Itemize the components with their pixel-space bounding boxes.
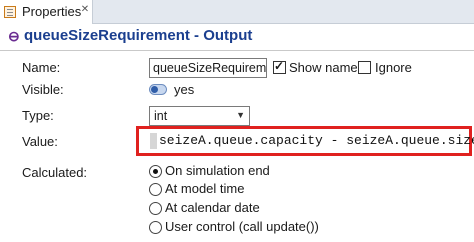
calculated-label: Calculated: bbox=[22, 165, 88, 180]
properties-icon bbox=[4, 6, 16, 18]
show-name-label: Show name bbox=[289, 60, 358, 75]
value-label: Value: bbox=[22, 134, 58, 149]
tab-label: Properties bbox=[22, 4, 82, 19]
header-divider bbox=[0, 50, 474, 51]
show-name-checkbox[interactable] bbox=[273, 59, 286, 74]
page-title: queueSizeRequirement - Output bbox=[24, 27, 253, 44]
radio-user-control[interactable] bbox=[149, 221, 162, 234]
tab-bar: Properties ✕ bbox=[0, 0, 474, 24]
value-expression: seizeA.queue.capacity - seizeA.queue.siz… bbox=[159, 133, 474, 148]
close-icon[interactable]: ✕ bbox=[80, 5, 90, 15]
visible-value: yes bbox=[174, 82, 195, 97]
chevron-down-icon: ▼ bbox=[236, 110, 245, 120]
radio-label-at-calendar-date: At calendar date bbox=[165, 200, 260, 215]
tab-properties[interactable]: Properties ✕ bbox=[0, 0, 93, 24]
type-value: int bbox=[154, 109, 168, 123]
type-select[interactable]: int ▼ bbox=[149, 106, 250, 126]
name-label: Name: bbox=[22, 60, 61, 75]
radio-on-simulation-end[interactable] bbox=[149, 165, 162, 178]
properties-header: ⊖ queueSizeRequirement - Output bbox=[0, 25, 474, 49]
radio-at-model-time[interactable] bbox=[149, 183, 162, 196]
name-field[interactable]: queueSizeRequireme bbox=[149, 58, 267, 78]
output-icon: ⊖ bbox=[8, 28, 20, 44]
radio-label-at-model-time: At model time bbox=[165, 181, 245, 196]
value-expression-field[interactable]: seizeA.queue.capacity - seizeA.queue.siz… bbox=[136, 126, 474, 156]
visible-label: Visible: bbox=[22, 82, 64, 97]
value-mode-marker bbox=[150, 133, 157, 149]
radio-label-user-control: User control (call update()) bbox=[165, 219, 319, 234]
visible-toggle[interactable] bbox=[149, 84, 167, 95]
radio-label-on-simulation-end: On simulation end bbox=[165, 163, 270, 178]
ignore-checkbox[interactable] bbox=[358, 61, 371, 74]
radio-at-calendar-date[interactable] bbox=[149, 202, 162, 215]
ignore-label: Ignore bbox=[375, 60, 412, 75]
type-label: Type: bbox=[22, 108, 54, 123]
